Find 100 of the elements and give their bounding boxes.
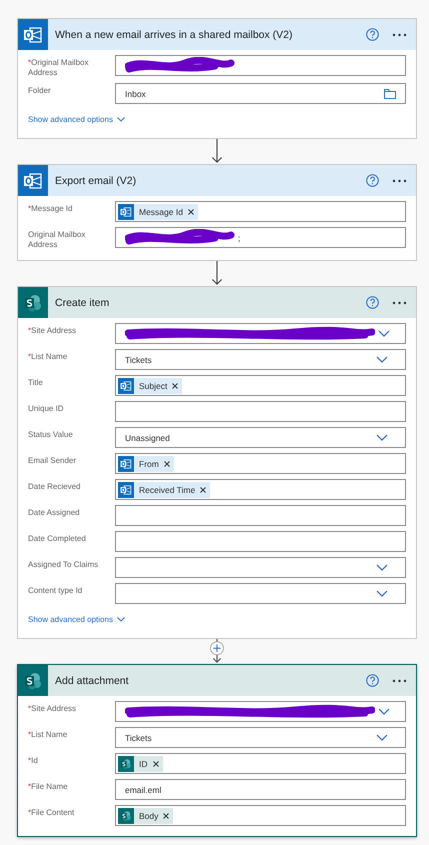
input-field[interactable]: Body (115, 805, 406, 826)
input-field[interactable] (115, 55, 406, 76)
sharepoint-app-icon (23, 670, 43, 690)
field-label: *File Name (28, 781, 69, 792)
show-advanced-options-link[interactable]: Show advanced options (28, 609, 125, 634)
card-header[interactable]: Export email (V2) (18, 165, 416, 196)
field-label: *File Content (28, 807, 76, 818)
chevron-down-icon[interactable] (378, 330, 390, 337)
mail-app-icon (120, 206, 132, 218)
dropdown-field[interactable]: Tickets (115, 349, 406, 370)
close-icon[interactable] (200, 486, 206, 492)
field-label: *List Name (28, 729, 68, 740)
field-label: Date Completed (28, 533, 87, 544)
dropdown-field[interactable]: Tickets (115, 727, 406, 748)
input-field[interactable]: email.eml (115, 779, 406, 800)
dynamic-content-token[interactable]: ID (118, 756, 162, 772)
field-label: Date Assigned (28, 507, 81, 518)
more-options-icon[interactable] (392, 32, 407, 36)
field-label: Folder (28, 85, 52, 96)
field-label: *Id (28, 755, 39, 766)
field-value: Unassigned (125, 432, 170, 442)
dropdown-field[interactable] (115, 701, 406, 722)
help-icon[interactable] (366, 296, 379, 309)
mail-app-icon (23, 24, 43, 44)
input-field[interactable]: Subject (115, 375, 406, 396)
dynamic-content-token[interactable]: From (118, 456, 174, 472)
add-step-connector[interactable] (207, 639, 227, 664)
input-field[interactable]: ; (115, 227, 406, 248)
field-label: *Message Id (28, 203, 74, 214)
sharepoint-app-icon (23, 292, 43, 312)
field-label: *List Name (28, 351, 68, 362)
input-field[interactable] (115, 401, 406, 422)
field-label: Content type Id (28, 585, 84, 596)
field-value: Tickets (125, 732, 152, 742)
sharepoint-app-icon (120, 758, 132, 770)
chevron-down-icon (116, 617, 125, 622)
field-label: Title (28, 377, 44, 388)
show-advanced-options-link[interactable]: Show advanced options (28, 109, 125, 134)
help-icon[interactable] (366, 674, 379, 687)
more-options-icon[interactable] (392, 300, 407, 304)
card-title: Export email (V2) (55, 174, 138, 186)
mail-app-icon (120, 380, 132, 392)
action-card[interactable]: Add attachment *Site Address *List Name Tickets *Id ID *File Name email.eml *File Content Body (17, 664, 417, 837)
dropdown-field[interactable]: Unassigned (115, 427, 406, 448)
more-options-icon[interactable] (392, 178, 407, 182)
field-label: Unique ID (28, 403, 65, 414)
chevron-down-icon[interactable] (378, 708, 390, 715)
close-icon[interactable] (172, 382, 178, 388)
field-value: Inbox (125, 88, 146, 98)
card-title: Add attachment (55, 674, 130, 686)
field-label: Email Sender (28, 455, 78, 466)
mail-app-icon (23, 170, 43, 190)
field-label: *Site Address (28, 703, 78, 714)
help-icon[interactable] (366, 174, 379, 187)
field-value: ; (238, 232, 240, 242)
action-card[interactable]: When a new email arrives in a shared mailbox (V2) *Original Mailbox Address Folder Inbox Show advanced options (17, 18, 417, 139)
close-icon[interactable] (163, 812, 170, 818)
action-card[interactable] (17, 286, 417, 639)
card-header[interactable]: Add attachment (18, 665, 416, 696)
close-icon[interactable] (188, 208, 194, 214)
chevron-down-icon (116, 117, 125, 122)
input-field[interactable]: ID (115, 753, 406, 774)
card-header[interactable]: When a new email arrives in a shared mailbox (V2) (18, 19, 416, 50)
field-label: Status Value (28, 429, 74, 440)
folder-icon[interactable] (384, 88, 396, 98)
input-field[interactable]: Message Id (115, 201, 406, 222)
help-icon[interactable] (366, 28, 379, 41)
field-value: email.eml (125, 784, 162, 794)
field-value: Tickets (125, 354, 152, 364)
field-label: *Original Mailbox Address (28, 57, 90, 78)
field-label: *Site Address (28, 325, 78, 336)
input-field[interactable]: Inbox (115, 83, 406, 104)
card-header[interactable]: Create item (18, 287, 416, 318)
chevron-down-icon[interactable] (376, 356, 388, 363)
chevron-down-icon[interactable] (376, 590, 388, 597)
field-label: Assigned To Claims (28, 559, 100, 570)
input-field[interactable]: From (115, 453, 406, 474)
mail-app-icon (120, 484, 132, 496)
field-label: Date Recieved (28, 481, 82, 492)
card-title: When a new email arrives in a shared mailbox (V2) (55, 28, 294, 40)
chevron-down-icon[interactable] (376, 434, 388, 441)
more-options-icon[interactable] (392, 678, 407, 682)
action-card[interactable]: Export email (V2) *Message Id Message Id Original Mailbox Address ; (17, 164, 417, 261)
dynamic-content-token[interactable]: Message Id (118, 204, 198, 220)
close-icon[interactable] (152, 760, 158, 766)
field-label: Original Mailbox Address (28, 229, 86, 250)
dropdown-field[interactable] (115, 583, 406, 604)
dynamic-content-token[interactable]: Subject (118, 378, 182, 394)
chevron-down-icon[interactable] (376, 734, 388, 741)
chevron-down-icon[interactable] (376, 564, 388, 571)
card-title: Create item (55, 296, 110, 308)
dynamic-content-token[interactable]: Body (118, 808, 174, 824)
input-field[interactable]: Received Time (115, 479, 406, 500)
dropdown-field[interactable] (115, 323, 406, 344)
input-field[interactable] (115, 531, 406, 552)
input-field[interactable] (115, 505, 406, 526)
mail-app-icon (120, 458, 132, 470)
dynamic-content-token[interactable]: Received Time (118, 482, 210, 498)
dropdown-field[interactable] (115, 557, 406, 578)
close-icon[interactable] (164, 460, 170, 466)
